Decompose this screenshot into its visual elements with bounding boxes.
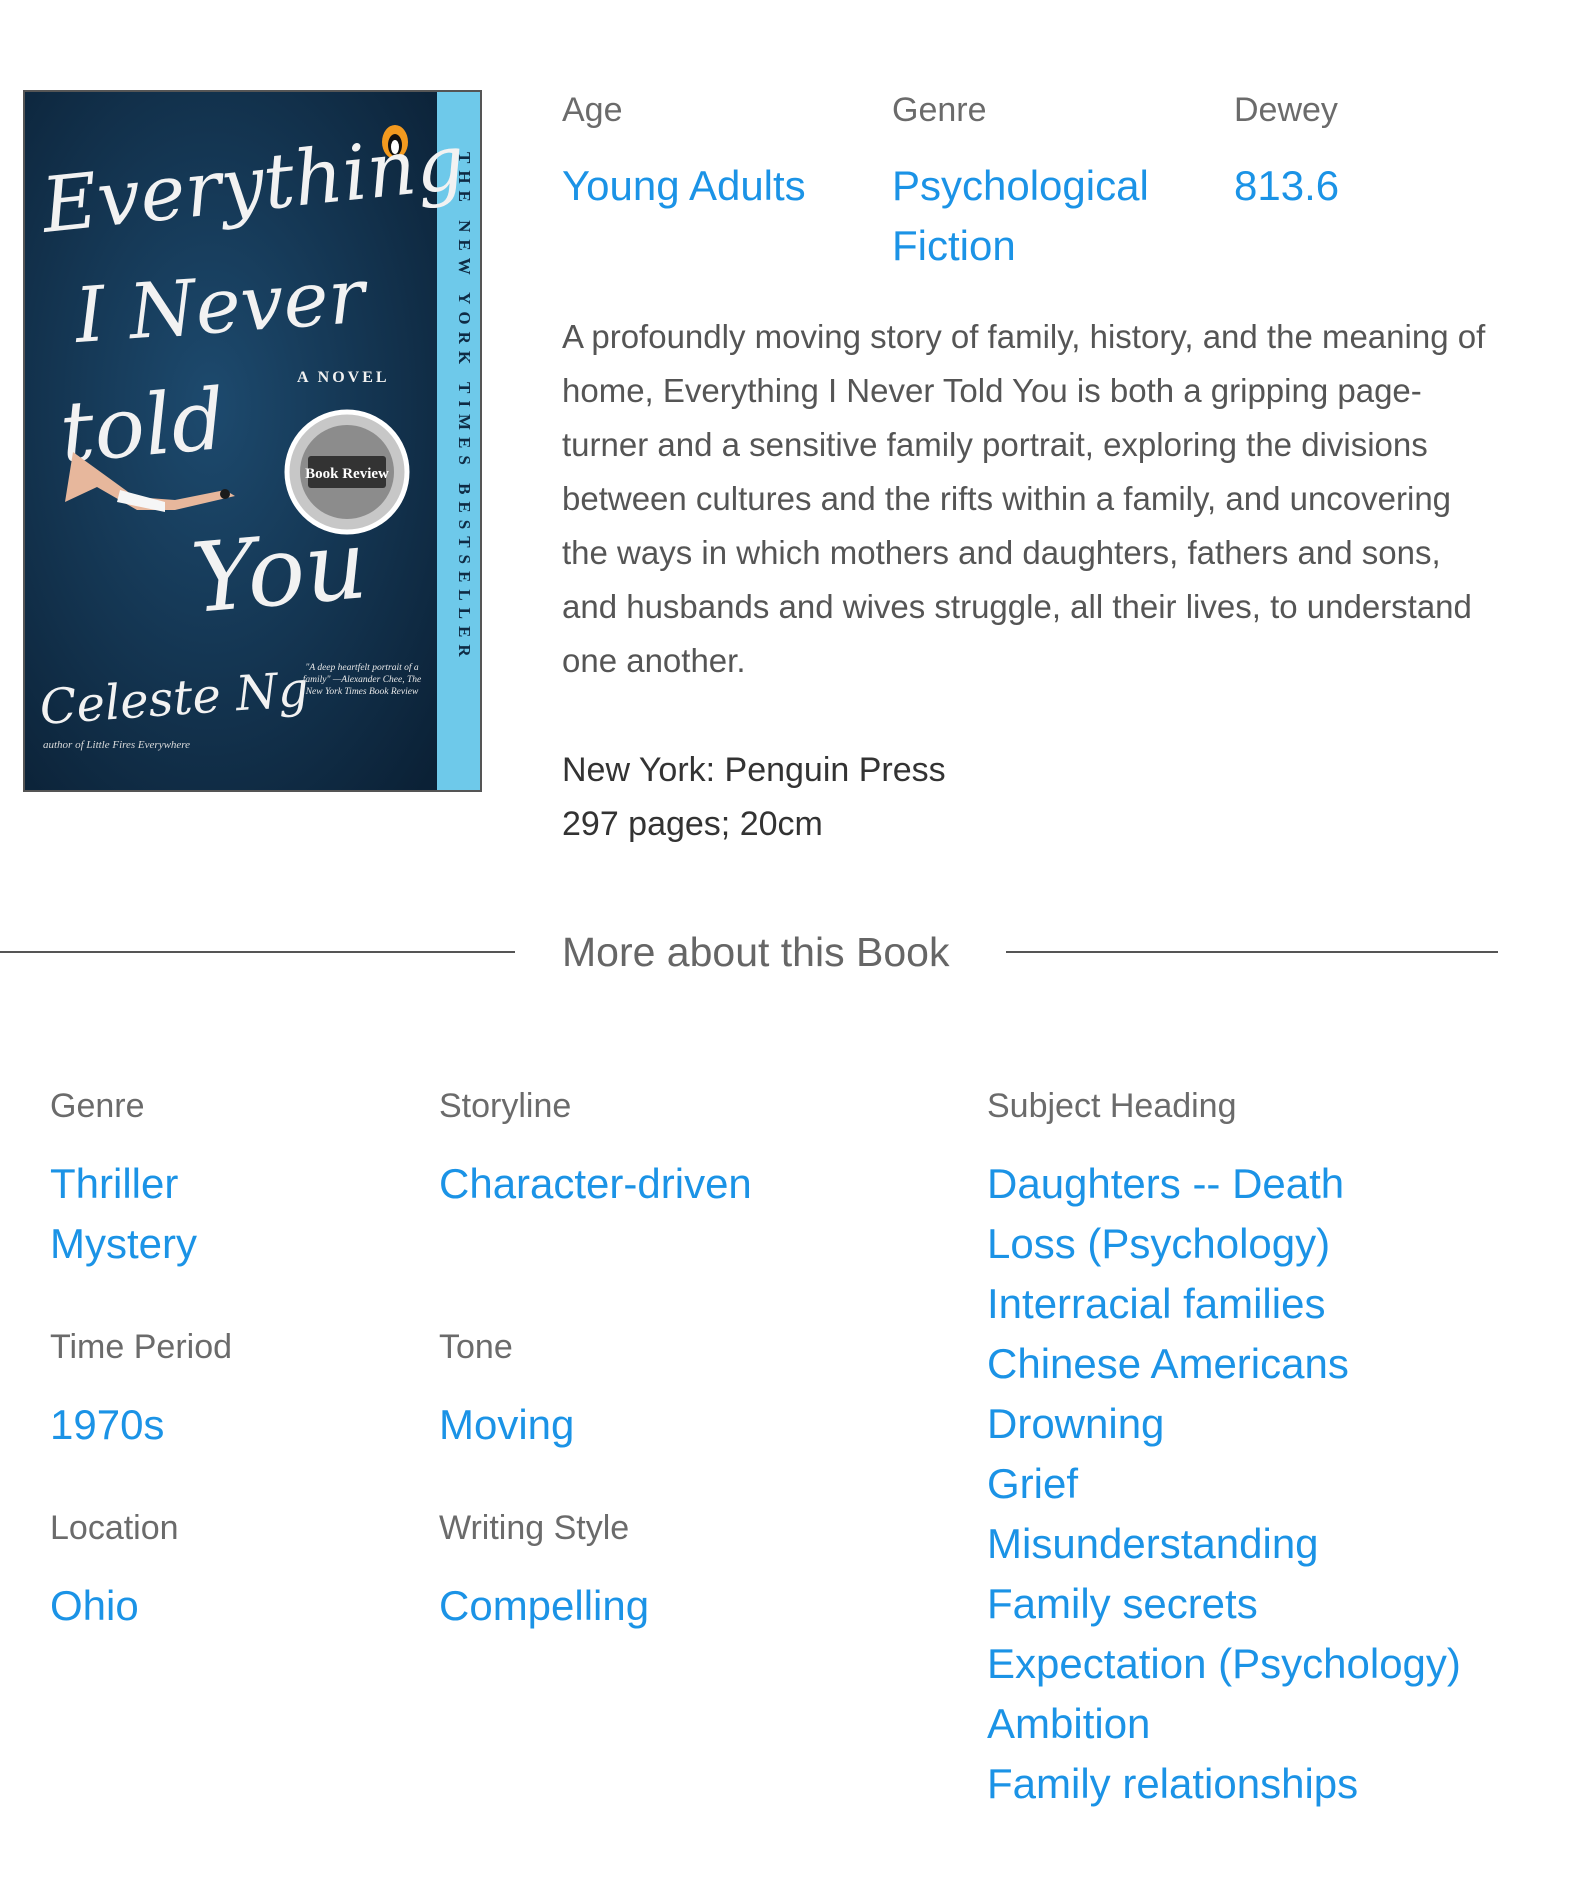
subject-heading-item[interactable]: Ambition xyxy=(987,1694,1461,1754)
subject-heading-item[interactable]: Family secrets xyxy=(987,1574,1461,1634)
facet-location-label: Location xyxy=(50,1509,179,1547)
facet-subject-heading-list: Daughters -- Death Loss (Psychology) Int… xyxy=(987,1154,1461,1814)
age-link[interactable]: Young Adults xyxy=(562,156,806,216)
subject-heading-item[interactable]: Misunderstanding xyxy=(987,1514,1461,1574)
more-about-heading: More about this Book xyxy=(562,929,950,975)
facet-subject-heading: Subject Heading Daughters -- Death Loss … xyxy=(987,1086,1461,1814)
facet-location-list: Ohio xyxy=(50,1576,179,1636)
facet-storyline-label: Storyline xyxy=(439,1087,572,1125)
cover-novel-label: A NOVEL xyxy=(297,369,390,386)
dewey-section: Dewey 813.6 xyxy=(1234,90,1339,216)
genre-label: Genre xyxy=(892,91,987,129)
divider-left xyxy=(0,951,515,953)
facet-subject-heading-label: Subject Heading xyxy=(987,1087,1237,1125)
genre-link-line-1: Psychological xyxy=(892,162,1149,209)
book-review-badge: Book Review xyxy=(284,409,410,535)
facet-tone-list: Moving xyxy=(439,1395,574,1455)
facet-writing-style-item[interactable]: Compelling xyxy=(439,1576,649,1636)
facet-time-period-list: 1970s xyxy=(50,1395,232,1455)
book-cover-image: THE NEW YORK TIMES BESTSELLER Everything… xyxy=(23,90,482,792)
dewey-label: Dewey xyxy=(1234,91,1338,129)
genre-link-line-2: Fiction xyxy=(892,222,1016,269)
cover-quote: "A deep heartfelt portrait of a family" … xyxy=(302,663,422,697)
facet-writing-style: Writing Style Compelling xyxy=(439,1508,649,1636)
facet-genre-list: Thriller Mystery xyxy=(50,1154,197,1274)
subject-heading-item[interactable]: Daughters -- Death xyxy=(987,1154,1461,1214)
facet-tone-item[interactable]: Moving xyxy=(439,1395,574,1455)
subject-heading-item[interactable]: Expectation (Psychology) xyxy=(987,1634,1461,1694)
subject-heading-item[interactable]: Drowning xyxy=(987,1394,1461,1454)
age-label: Age xyxy=(562,91,623,129)
genre-link[interactable]: Psychological Fiction xyxy=(892,156,1149,276)
facet-time-period: Time Period 1970s xyxy=(50,1327,232,1455)
facet-genre-item[interactable]: Mystery xyxy=(50,1214,197,1274)
subject-heading-item[interactable]: Interracial families xyxy=(987,1274,1461,1334)
facet-genre-label: Genre xyxy=(50,1087,145,1125)
facet-storyline: Storyline Character-driven xyxy=(439,1086,752,1214)
publisher-info: New York: Penguin Press xyxy=(562,751,946,789)
facet-location: Location Ohio xyxy=(50,1508,179,1636)
subject-heading-item[interactable]: Chinese Americans xyxy=(987,1334,1461,1394)
genre-section: Genre Psychological Fiction xyxy=(892,90,1149,276)
facet-storyline-item[interactable]: Character-driven xyxy=(439,1154,752,1214)
age-section: Age Young Adults xyxy=(562,90,806,216)
facet-genre-item[interactable]: Thriller xyxy=(50,1154,197,1214)
facet-location-item[interactable]: Ohio xyxy=(50,1576,179,1636)
subject-heading-item[interactable]: Family relationships xyxy=(987,1754,1461,1814)
facet-time-period-item[interactable]: 1970s xyxy=(50,1395,232,1455)
subject-heading-item[interactable]: Grief xyxy=(987,1454,1461,1514)
facet-storyline-list: Character-driven xyxy=(439,1154,752,1214)
physical-description: 297 pages; 20cm xyxy=(562,805,823,843)
facet-time-period-label: Time Period xyxy=(50,1328,233,1366)
facet-genre: Genre Thriller Mystery xyxy=(50,1086,197,1274)
dewey-link[interactable]: 813.6 xyxy=(1234,156,1339,216)
facet-tone: Tone Moving xyxy=(439,1327,574,1455)
badge-text: Book Review xyxy=(305,466,389,482)
book-description: A profoundly moving story of family, his… xyxy=(562,318,1486,679)
cover-spine-text: THE NEW YORK TIMES BESTSELLER xyxy=(455,152,474,664)
facet-writing-style-label: Writing Style xyxy=(439,1509,630,1547)
facet-writing-style-list: Compelling xyxy=(439,1576,649,1636)
divider-right xyxy=(1006,951,1498,953)
facet-tone-label: Tone xyxy=(439,1328,513,1366)
subject-heading-item[interactable]: Loss (Psychology) xyxy=(987,1214,1461,1274)
cover-author-note: author of Little Fires Everywhere xyxy=(43,739,190,751)
